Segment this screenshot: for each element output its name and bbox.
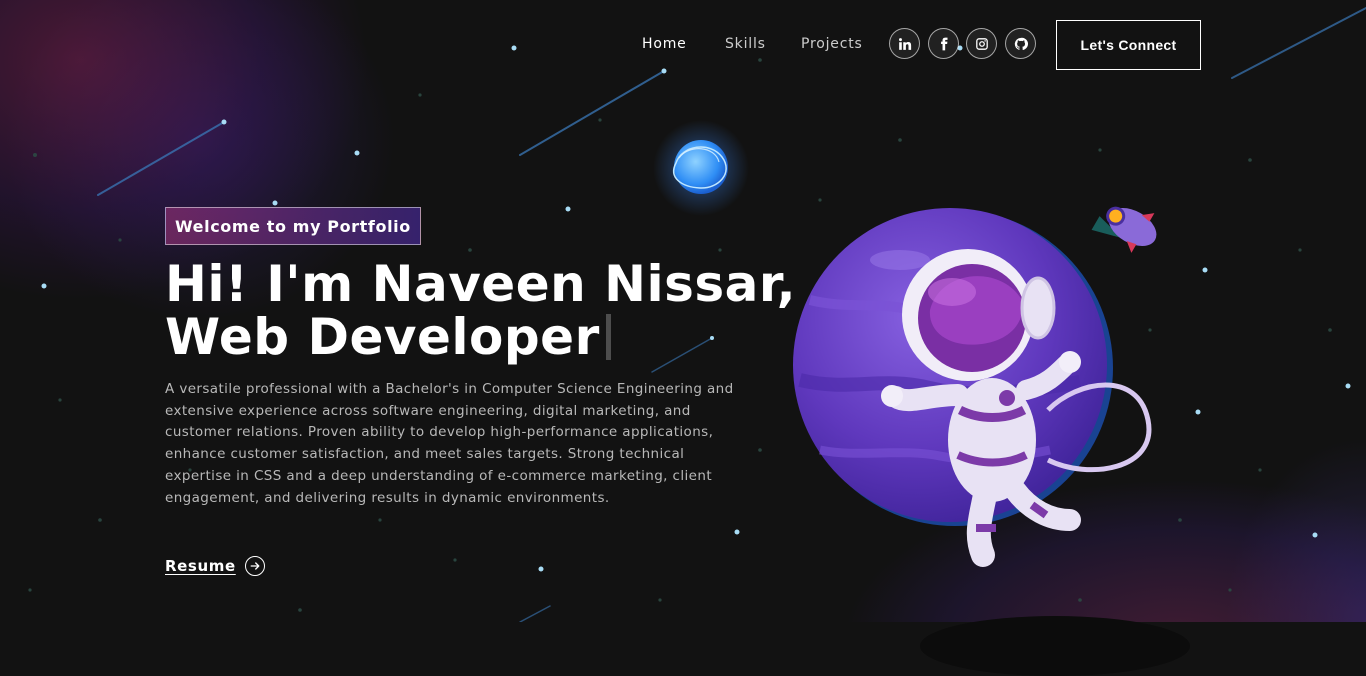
instagram-icon [975, 37, 988, 50]
page-title: Hi! I'm Naveen Nissar, Web Developer [165, 258, 796, 364]
instagram-link[interactable] [966, 28, 997, 59]
linkedin-icon [898, 37, 911, 50]
arrow-right-circle-icon [244, 556, 265, 576]
facebook-link[interactable] [928, 28, 959, 59]
section-curve-decoration [920, 616, 1190, 676]
resume-link[interactable]: Resume [165, 556, 265, 576]
github-icon [1014, 37, 1028, 50]
headline-line-1: Hi! I'm Naveen Nissar, [165, 255, 797, 313]
facebook-icon [940, 37, 947, 50]
headline-line-2: Web Developer [165, 308, 600, 366]
navbar: Home Skills Projects Let's Connect [0, 20, 1366, 70]
nav-link-projects[interactable]: Projects [801, 36, 863, 52]
tagline-badge: Welcome to my Portfolio [165, 207, 421, 245]
lets-connect-button[interactable]: Let's Connect [1056, 20, 1201, 70]
github-link[interactable] [1005, 28, 1036, 59]
typing-caret [605, 314, 611, 360]
resume-label: Resume [165, 557, 236, 575]
nav-link-home[interactable]: Home [642, 36, 687, 52]
astronaut-planet-illustration [793, 206, 1157, 567]
nav-link-skills[interactable]: Skills [725, 36, 766, 52]
linkedin-link[interactable] [889, 28, 920, 59]
glowing-orb-icon [653, 120, 749, 216]
hero-description: A versatile professional with a Bachelor… [165, 381, 734, 506]
